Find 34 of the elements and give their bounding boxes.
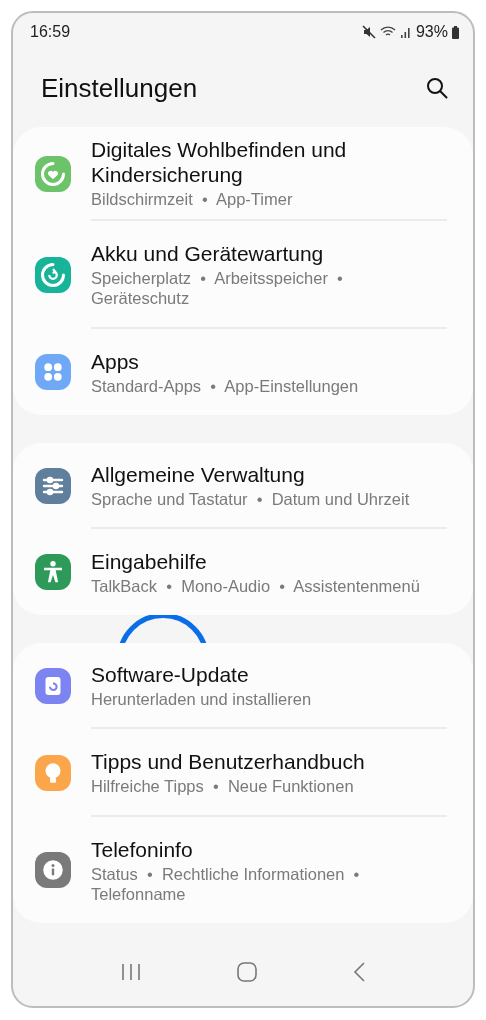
mute-icon — [361, 25, 376, 39]
item-title: Digitales Wohlbefinden und Kindersicherung — [91, 137, 348, 187]
search-icon[interactable] — [425, 76, 449, 100]
settings-item[interactable]: Software-Update Herunterladen und installieren — [13, 643, 473, 729]
status-time: 16:59 — [30, 22, 71, 42]
page-title: Einstellungen — [41, 71, 198, 105]
battery-percent: 93% — [415, 22, 448, 42]
back-icon[interactable] — [352, 961, 366, 983]
settings-item[interactable]: Akku und Gerätewartung Speicherplatz • Arbeitsspeicher • Geräteschutz — [13, 221, 473, 329]
item-title: Akku und Gerätewartung — [91, 240, 325, 266]
home-icon[interactable] — [236, 961, 258, 983]
settings-item[interactable]: Allgemeine Verwaltung Sprache und Tastatur • Datum und Uhrzeit — [13, 443, 473, 529]
item-subtitle: Status • Rechtliche Informationen • Telefonname — [91, 863, 361, 904]
item-title: Apps — [91, 348, 140, 374]
signal-icon — [399, 25, 412, 39]
item-title: Tipps und Benutzerhandbuch — [91, 748, 366, 774]
item-subtitle: TalkBack • Mono-Audio • Assistentenmenü — [91, 575, 421, 596]
recent-apps-icon[interactable] — [120, 963, 142, 981]
item-subtitle: Hilfreiche Tipps • Neue Funktionen — [91, 775, 355, 796]
item-subtitle: Herunterladen und installieren — [91, 688, 313, 709]
settings-item[interactable]: Eingabehilfe TalkBack • Mono-Audio • Assistentenmenü — [13, 529, 473, 615]
settings-item[interactable]: Digitales Wohlbefinden und Kindersicherung Bildschirmzeit • App-Timer — [13, 127, 473, 221]
settings-item[interactable]: Telefoninfo Status • Rechtliche Informationen • Telefonname — [13, 817, 473, 923]
item-subtitle: Bildschirmzeit • App-Timer — [91, 189, 294, 209]
item-title: Software-Update — [91, 661, 250, 687]
battery-icon — [452, 25, 459, 39]
item-title: Allgemeine Verwaltung — [91, 461, 306, 487]
item-subtitle: Standard-Apps • App-Einstellungen — [91, 375, 360, 396]
item-subtitle: Speicherplatz • Arbeitsspeicher • Geräteschutz — [91, 267, 344, 308]
settings-item[interactable]: Apps Standard-Apps • App-Einstellungen — [13, 329, 473, 415]
item-subtitle: Sprache und Tastatur • Datum und Uhrzeit — [91, 488, 411, 509]
settings-item[interactable]: Tipps und Benutzerhandbuch Hilfreiche Tipps • Neue Funktionen — [13, 729, 473, 817]
item-title: Eingabehilfe — [91, 548, 208, 574]
item-title: Telefoninfo — [91, 836, 194, 862]
